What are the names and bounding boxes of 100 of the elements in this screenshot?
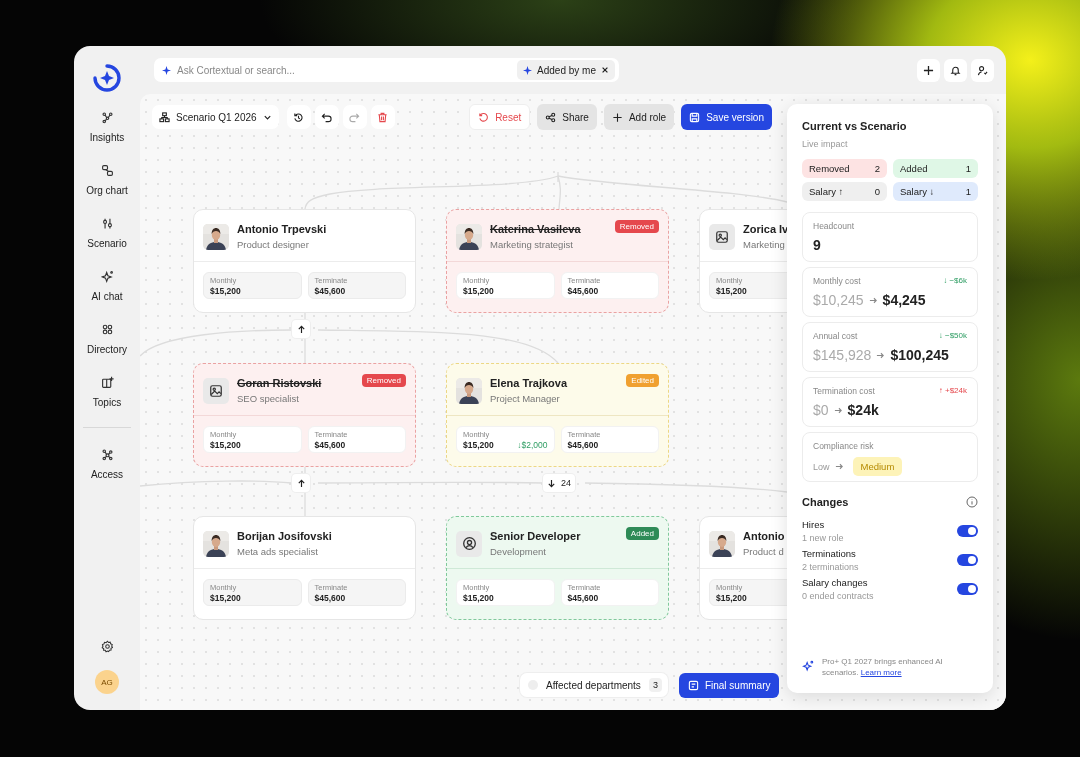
notifications-button[interactable] — [944, 58, 967, 82]
expand-button[interactable] — [292, 474, 310, 492]
arrow-right-icon — [833, 405, 843, 415]
filter-chip[interactable]: Added by me — [517, 60, 615, 80]
arrow-right-icon — [868, 295, 878, 305]
cost-value: $15,200 — [463, 440, 494, 450]
employee-role: Marketing — [743, 239, 786, 250]
risk-badge: Medium — [852, 457, 903, 476]
toolbar-button[interactable]: Add role — [603, 104, 675, 130]
grid-icon — [100, 323, 114, 336]
employee-name: Antonio Trpevski — [237, 223, 328, 235]
employee-role: Development — [490, 546, 547, 557]
user-icon — [456, 530, 482, 557]
arrow-right-icon — [876, 350, 886, 360]
user-avatar[interactable]: AG — [95, 670, 119, 694]
chip-label: Salary ↑ — [809, 186, 844, 197]
section-title: Changes — [802, 496, 849, 508]
employee-name: Goran Ristovski — [237, 377, 323, 389]
metric-label: Annual cost — [813, 331, 858, 341]
search-field[interactable]: Ask Cortextual or search... Added by me — [154, 58, 619, 82]
cost-value: $15,200 — [210, 593, 241, 603]
metric-label: Monthly cost — [813, 276, 861, 286]
save-icon — [689, 111, 701, 123]
cost-value: $45,600 — [567, 593, 599, 603]
arrow-down-icon — [547, 478, 556, 488]
change-detail: 0 ended contracts — [802, 591, 874, 601]
sidebar-item[interactable]: AI chat — [77, 266, 137, 319]
employee-name: Senior Developer — [490, 530, 582, 542]
metric-delta: ↓ −$50k — [938, 331, 967, 341]
change-label: Salary changes — [802, 577, 869, 588]
plus-icon — [611, 111, 623, 123]
undo-icon — [321, 111, 333, 123]
sidebar-item[interactable]: Insights — [77, 107, 137, 160]
metric-delta: ↓ −$6k — [943, 276, 967, 286]
scenario-value: $24k — [847, 402, 879, 418]
book-icon — [100, 376, 114, 389]
affected-label: Affected departments — [546, 679, 641, 691]
scenario-value: $4,245 — [882, 292, 926, 308]
undo-button[interactable] — [314, 105, 339, 129]
filter-label: Added by me — [537, 64, 596, 76]
affected-departments-button[interactable]: Affected departments 3 — [520, 673, 668, 697]
toggle-switch[interactable] — [957, 554, 978, 566]
sidebar-item[interactable]: Topics — [77, 372, 137, 425]
arrow-up-icon — [296, 324, 306, 334]
previous-value: $10,245 — [813, 292, 864, 308]
cost-value: $15,200 — [463, 593, 494, 603]
close-icon[interactable] — [601, 66, 609, 74]
info-icon[interactable] — [966, 496, 978, 508]
toolbar-button[interactable]: Reset — [469, 104, 531, 130]
sparkle-icon — [802, 660, 814, 673]
metric-label: Compliance risk — [813, 441, 875, 451]
change-detail: 2 terminations — [802, 562, 859, 572]
sliders-icon — [100, 217, 114, 230]
sidebar-item[interactable]: Directory — [77, 319, 137, 372]
arrow-right-icon — [834, 462, 844, 471]
employee-name: Borijan Josifovski — [237, 530, 333, 542]
final-summary-button[interactable]: Final summary — [678, 673, 780, 698]
cost-value: $45,600 — [314, 286, 346, 296]
status-badge: Removed — [614, 220, 659, 233]
nodes-icon — [100, 111, 114, 124]
learn-more-link[interactable]: Learn more — [860, 668, 902, 678]
toggle-switch[interactable] — [957, 583, 978, 595]
change-label: Terminations — [802, 548, 857, 559]
cost-value: $15,200 — [716, 286, 747, 296]
status-badge: Edited — [626, 374, 659, 387]
scenario-value: $100,245 — [890, 347, 949, 363]
expand-button[interactable]: 24 — [543, 474, 575, 492]
sidebar-item[interactable]: Scenario — [77, 213, 137, 266]
employee-role: Project Manager — [490, 393, 561, 404]
previous-value: $145,928 — [813, 347, 872, 363]
toolbar-button[interactable]: Share — [537, 104, 597, 130]
sparkle-icon — [100, 270, 114, 283]
cost-value: $15,200 — [463, 286, 494, 296]
scenario-dropdown[interactable]: Scenario Q1 2026 — [152, 105, 279, 129]
document-icon — [687, 680, 699, 691]
sidebar-item[interactable]: Access — [77, 444, 137, 497]
settings-icon[interactable] — [100, 640, 114, 653]
hierarchy-icon — [159, 111, 170, 123]
employee-role: Product designer — [237, 239, 310, 250]
cost-value: $15,200 — [210, 286, 241, 296]
metric-delta: ↑ +$24k — [938, 386, 967, 396]
sidebar-item[interactable]: Org chart — [77, 160, 137, 213]
change-label: Hires — [802, 519, 826, 530]
cost-value: $45,600 — [567, 440, 599, 450]
toggle-switch[interactable] — [957, 525, 978, 537]
trash-icon — [377, 111, 389, 123]
status-badge: Removed — [361, 374, 406, 387]
employee-role: Meta ads specialist — [237, 546, 319, 557]
expand-button[interactable] — [292, 320, 310, 338]
history-button[interactable] — [286, 105, 311, 129]
add-button[interactable] — [917, 58, 940, 82]
change-detail: 1 new role — [802, 533, 844, 543]
sparkle-icon — [523, 65, 533, 75]
employee-name: Katerina Vasileva — [490, 223, 582, 235]
cost-value: $15,200 — [210, 440, 241, 450]
delete-button[interactable] — [370, 105, 395, 129]
toolbar-button[interactable]: Save version — [681, 104, 772, 130]
link-icon — [100, 164, 114, 177]
count-badge: 3 — [648, 678, 662, 692]
profile-button[interactable] — [971, 58, 994, 82]
